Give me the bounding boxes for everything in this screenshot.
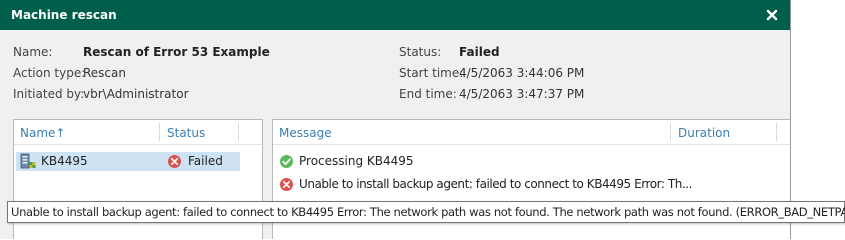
end-time-value: 4/5/2063 3:47:37 PM [459,87,585,101]
error-icon [167,154,182,169]
tooltip-text: Unable to install backup agent: failed t… [11,205,845,219]
name-value: Rescan of Error 53 Example [83,45,270,59]
column-separator[interactable] [159,123,160,141]
log-grid-header: Message Duration [273,120,790,145]
column-separator[interactable] [670,123,671,141]
column-header-status[interactable]: Status [167,126,205,140]
dialog-title: Machine rescan [11,8,117,22]
status-value: Failed [459,45,500,59]
table-row[interactable]: KB4495 Failed [16,152,240,171]
column-header-name[interactable]: Name↑ [20,126,65,140]
column-separator[interactable] [238,123,239,141]
initiated-by-label: Initiated by: [13,87,85,101]
list-item[interactable]: Processing KB4495 [299,154,414,168]
message-tooltip: Unable to install backup agent: failed t… [7,201,845,223]
sort-arrow-icon: ↑ [55,126,66,140]
end-time-label: End time: [399,87,457,101]
action-type-label: Action type: [13,66,86,80]
initiated-by-value: vbr\Administrator [83,87,189,101]
start-time-label: Start time: [399,66,464,80]
title-bar[interactable]: Machine rescan [0,0,790,30]
column-header-message[interactable]: Message [279,126,332,140]
status-label: Status: [399,45,442,59]
column-header-name-label: Name [20,126,56,140]
success-icon [279,154,294,169]
close-icon[interactable] [763,6,781,24]
list-item[interactable]: Unable to install backup agent: failed t… [299,177,692,191]
server-icon [19,153,36,170]
start-time-value: 4/5/2063 3:44:06 PM [459,66,585,80]
machine-name: KB4495 [41,154,88,168]
machine-status: Failed [188,154,223,168]
column-separator[interactable] [776,123,777,141]
action-type-value: Rescan [83,66,126,80]
machines-grid-header: Name↑ Status [14,120,262,145]
column-header-duration[interactable]: Duration [678,126,730,140]
name-label: Name: [13,45,53,59]
error-icon [279,177,294,192]
